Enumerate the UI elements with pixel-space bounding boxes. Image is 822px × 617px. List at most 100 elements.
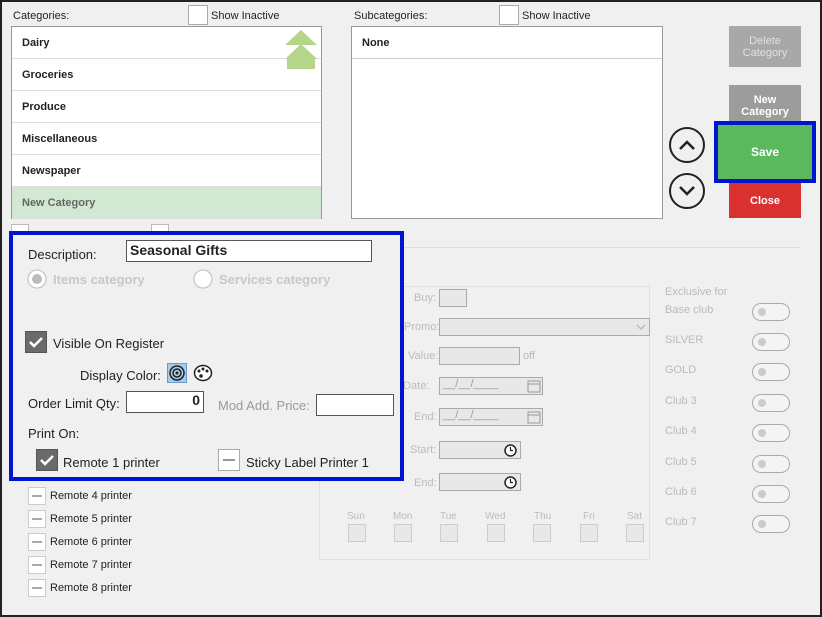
club-label-gold: GOLD: [665, 364, 697, 376]
off-label: off: [523, 350, 536, 362]
club-label-6: Club 6: [665, 486, 697, 498]
end-time-input[interactable]: [439, 473, 521, 491]
start-time-input[interactable]: [439, 441, 521, 459]
display-color-label: Display Color:: [80, 368, 161, 383]
day-label-wed: Wed: [485, 511, 506, 522]
subcategory-item-none[interactable]: None: [352, 27, 662, 59]
club-label-5: Club 5: [665, 456, 697, 468]
remote-5-printer-checkbox[interactable]: [28, 510, 46, 528]
remote-8-printer-label: Remote 8 printer: [50, 582, 132, 594]
category-item-new-category[interactable]: New Category: [12, 187, 321, 219]
category-item-produce[interactable]: Produce: [12, 91, 321, 123]
save-button[interactable]: Save: [718, 125, 812, 179]
calendar-icon[interactable]: [527, 379, 541, 393]
visible-on-register-label: Visible On Register: [53, 336, 165, 351]
exclusive-for-label: Exclusive for: [665, 286, 728, 298]
category-form-highlight: Description: Seasonal Gifts Items catego…: [9, 231, 404, 481]
club-toggle-4[interactable]: [752, 424, 790, 442]
start-time-label: Start:: [410, 444, 437, 456]
promo-select[interactable]: [439, 318, 650, 336]
category-item-dairy[interactable]: Dairy: [12, 27, 321, 59]
club-toggle-silver[interactable]: [752, 333, 790, 351]
end-date-label: End:: [414, 411, 437, 423]
palette-icon[interactable]: [193, 363, 213, 383]
club-toggle-6[interactable]: [752, 485, 790, 503]
items-category-radio[interactable]: [27, 269, 47, 289]
club-label-4: Club 4: [665, 425, 697, 437]
remote-1-printer-label: Remote 1 printer: [63, 455, 160, 470]
chevron-up-icon: [679, 140, 695, 150]
remote-1-printer-checkbox[interactable]: [36, 449, 58, 471]
subcategories-show-inactive-checkbox[interactable]: [499, 5, 519, 25]
delete-category-button[interactable]: Delete Category: [729, 26, 801, 67]
remote-5-printer-label: Remote 5 printer: [50, 513, 132, 525]
club-label-silver: SILVER: [665, 334, 704, 346]
club-toggle-base[interactable]: [752, 303, 790, 321]
scroll-up-arrows-icon[interactable]: [284, 30, 318, 70]
calendar-icon[interactable]: [527, 410, 541, 424]
club-label-3: Club 3: [665, 395, 697, 407]
remote-8-printer-checkbox[interactable]: [28, 579, 46, 597]
day-checkbox-mon[interactable]: [394, 524, 412, 542]
day-checkbox-sat[interactable]: [626, 524, 644, 542]
day-checkbox-tue[interactable]: [440, 524, 458, 542]
value-label: Value:: [408, 350, 439, 362]
day-checkbox-wed[interactable]: [487, 524, 505, 542]
category-item-miscellaneous[interactable]: Miscellaneous: [12, 123, 321, 155]
clock-icon: [504, 444, 517, 457]
remote-7-printer-checkbox[interactable]: [28, 556, 46, 574]
new-category-button[interactable]: New Category: [729, 85, 801, 126]
promo-label: Promo:: [404, 321, 440, 333]
sticky-label-printer-checkbox[interactable]: [218, 449, 240, 471]
mod-add-price-label: Mod Add. Price:: [218, 398, 310, 413]
categories-show-inactive-label: Show Inactive: [211, 10, 280, 22]
description-label: Description:: [28, 247, 97, 262]
sticky-label-printer-label: Sticky Label Printer 1: [246, 455, 369, 470]
order-limit-input[interactable]: 0: [126, 391, 204, 413]
end-time-label: End:: [414, 477, 437, 489]
remote-7-printer-label: Remote 7 printer: [50, 559, 132, 571]
day-label-tue: Tue: [440, 511, 457, 522]
services-category-radio[interactable]: [193, 269, 213, 289]
remote-6-printer-checkbox[interactable]: [28, 533, 46, 551]
remote-6-printer-label: Remote 6 printer: [50, 536, 132, 548]
buy-label: Buy:: [414, 292, 437, 304]
day-label-sun: Sun: [347, 511, 365, 522]
day-checkbox-sun[interactable]: [348, 524, 366, 542]
divider: [400, 247, 800, 248]
day-label-sat: Sat: [627, 511, 643, 522]
remote-4-printer-checkbox[interactable]: [28, 487, 46, 505]
mod-add-price-input[interactable]: [316, 394, 394, 416]
subcategories-label: Subcategories:: [354, 10, 428, 22]
description-input[interactable]: Seasonal Gifts: [126, 240, 372, 262]
subcategories-show-inactive-label: Show Inactive: [522, 10, 591, 22]
day-label-thu: Thu: [534, 511, 552, 522]
club-toggle-7[interactable]: [752, 515, 790, 533]
category-item-newspaper[interactable]: Newspaper: [12, 155, 321, 187]
remote-4-printer-label: Remote 4 printer: [50, 490, 132, 502]
club-toggle-gold[interactable]: [752, 363, 790, 381]
club-toggle-5[interactable]: [752, 455, 790, 473]
clock-icon: [504, 476, 517, 489]
checkmark-icon: [40, 455, 54, 466]
visible-on-register-checkbox[interactable]: [25, 331, 47, 353]
day-checkbox-thu[interactable]: [533, 524, 551, 542]
subcategories-list: None: [351, 26, 663, 219]
club-toggle-3[interactable]: [752, 394, 790, 412]
items-category-label: Items category: [53, 272, 145, 287]
services-category-label: Services category: [219, 272, 331, 287]
chevron-down-icon: [636, 324, 646, 331]
target-icon[interactable]: [167, 363, 187, 383]
move-down-button[interactable]: [669, 173, 705, 209]
day-label-mon: Mon: [393, 511, 413, 522]
categories-label: Categories:: [13, 10, 70, 22]
categories-show-inactive-checkbox[interactable]: [188, 5, 208, 25]
buy-input[interactable]: [439, 289, 467, 307]
value-input[interactable]: [439, 347, 520, 365]
category-item-groceries[interactable]: Groceries: [12, 59, 321, 91]
order-limit-label: Order Limit Qty:: [28, 396, 120, 411]
close-button[interactable]: Close: [729, 183, 801, 218]
move-up-button[interactable]: [669, 127, 705, 163]
club-label-7: Club 7: [665, 516, 697, 528]
day-checkbox-fri[interactable]: [580, 524, 598, 542]
